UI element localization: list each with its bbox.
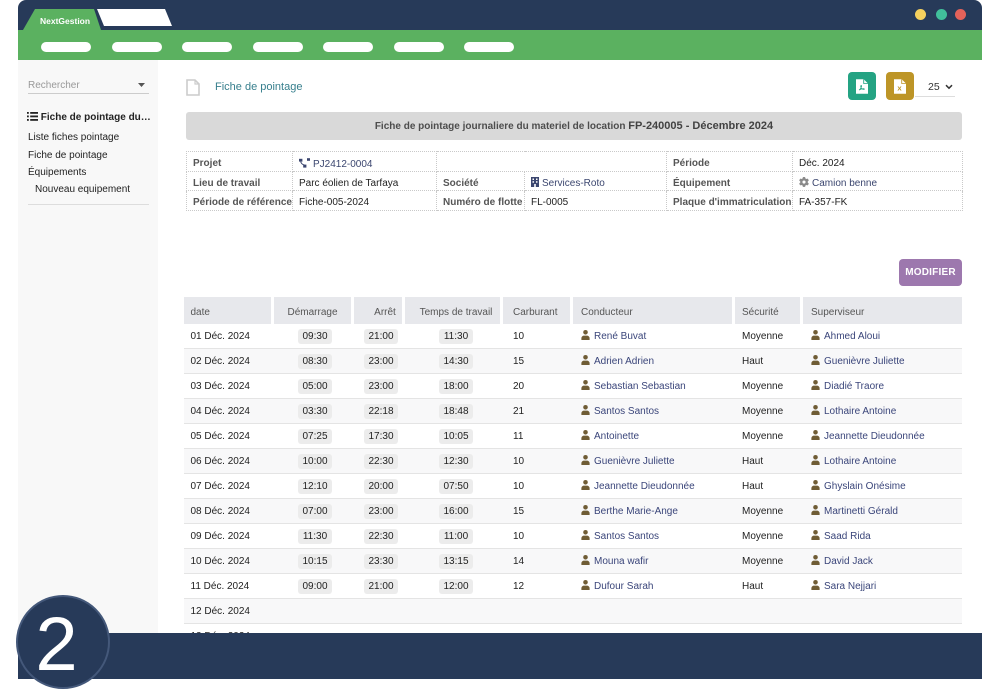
svg-text:x: x <box>897 83 902 92</box>
